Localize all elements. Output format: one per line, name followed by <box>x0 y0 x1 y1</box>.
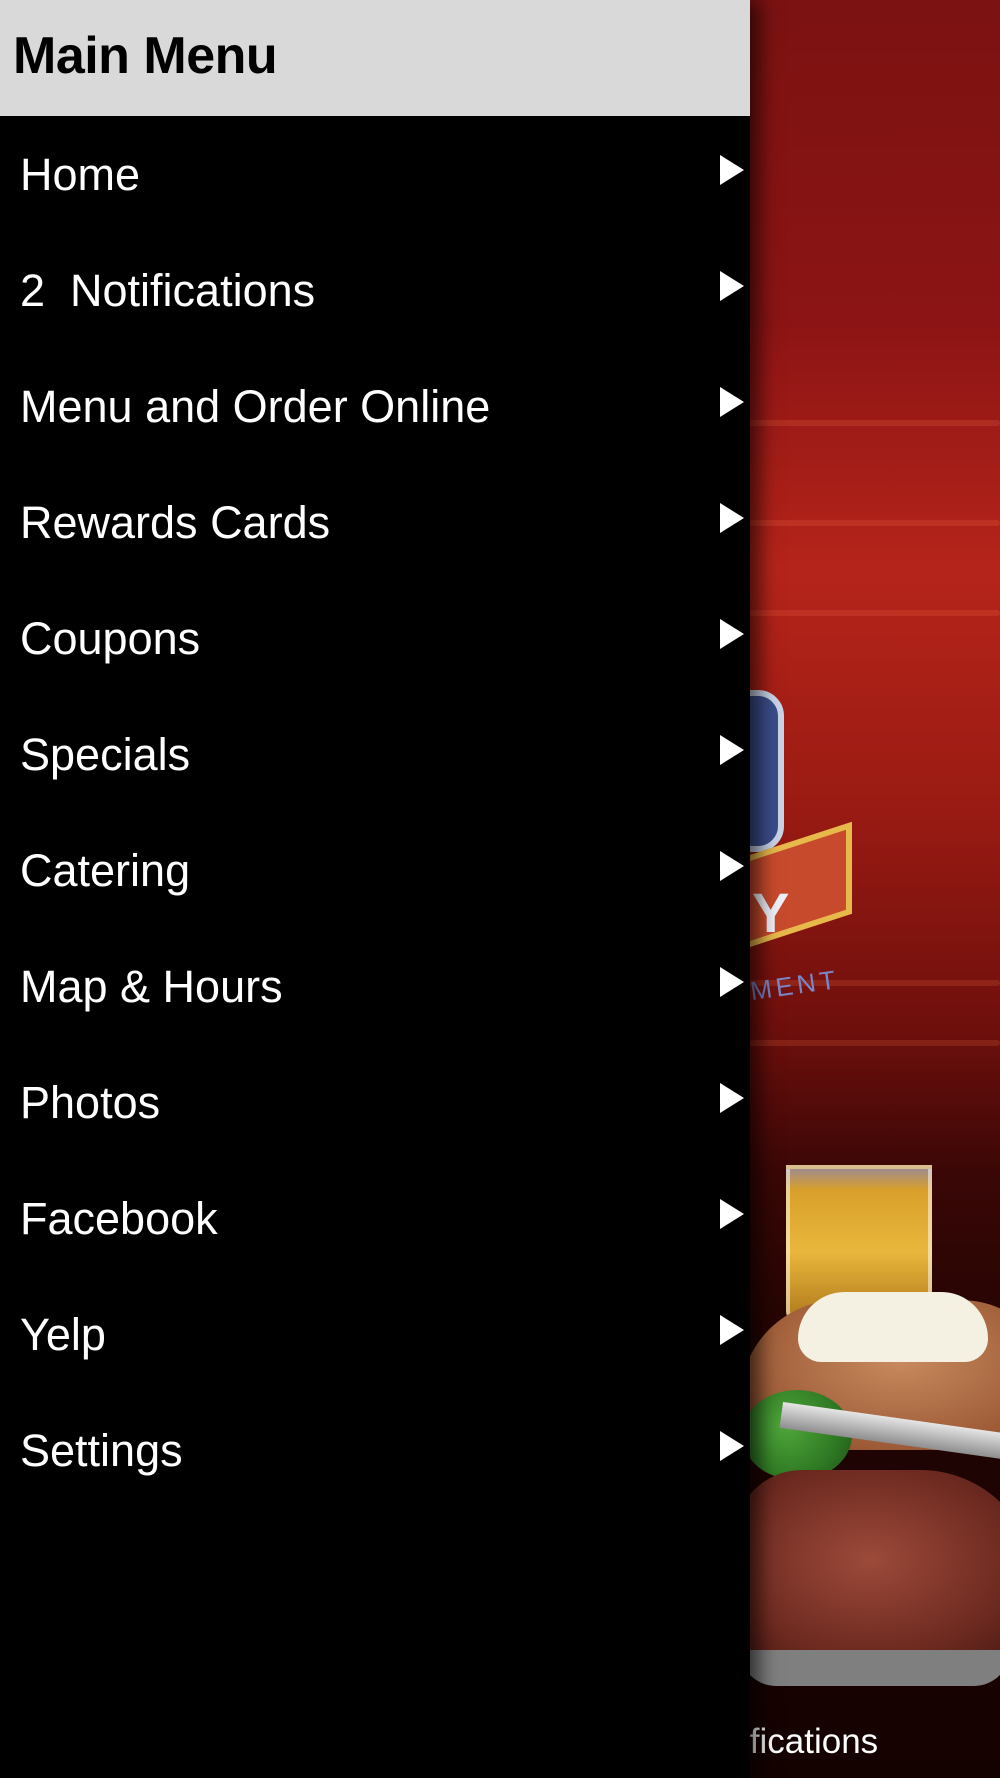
sky-streak <box>740 610 1000 616</box>
menu-item-photos[interactable]: Photos <box>0 1044 750 1160</box>
menu-item-notifications[interactable]: 2 Notifications <box>0 232 750 348</box>
menu-item-rewards-cards[interactable]: Rewards Cards <box>0 464 750 580</box>
menu-item-label: Menu and Order Online <box>20 381 491 432</box>
menu-item-label: Home <box>20 149 141 200</box>
chevron-right-icon <box>720 1315 744 1345</box>
menu-item-home[interactable]: Home <box>0 116 750 232</box>
steak-image <box>735 1470 1000 1670</box>
menu-item-label: Facebook <box>20 1193 218 1244</box>
menu-item-label: Photos <box>20 1077 161 1128</box>
chevron-right-icon <box>720 619 744 649</box>
menu-item-menu-and-order-online[interactable]: Menu and Order Online <box>0 348 750 464</box>
menu-item-label: Rewards Cards <box>20 497 331 548</box>
menu-item-catering[interactable]: Catering <box>0 812 750 928</box>
menu-item-specials[interactable]: Specials <box>0 696 750 812</box>
chevron-right-icon <box>720 271 744 301</box>
logo-emblem-text: MENT <box>748 963 842 1007</box>
menu-item-label: Settings <box>20 1425 183 1476</box>
chevron-right-icon <box>720 1199 744 1229</box>
menu-item-label: Map & Hours <box>20 961 283 1012</box>
plate-image <box>740 1650 1000 1686</box>
chevron-right-icon <box>720 155 744 185</box>
menu-item-map-and-hours[interactable]: Map & Hours <box>0 928 750 1044</box>
chevron-right-icon <box>720 851 744 881</box>
menu-item-facebook[interactable]: Facebook <box>0 1160 750 1276</box>
menu-item-coupons[interactable]: Coupons <box>0 580 750 696</box>
menu-item-yelp[interactable]: Yelp <box>0 1276 750 1392</box>
menu-item-label: Yelp <box>20 1309 106 1360</box>
background-tab-label[interactable]: ifications <box>742 1722 878 1762</box>
sky-streak <box>740 420 1000 426</box>
sky-streak <box>740 1040 1000 1046</box>
chevron-right-icon <box>720 387 744 417</box>
sour-cream-topping-image <box>798 1292 988 1362</box>
chevron-right-icon <box>720 735 744 765</box>
chevron-right-icon <box>720 1083 744 1113</box>
side-menu-drawer: Main Menu Home 2 Notifications Menu and … <box>0 0 750 1778</box>
menu-item-label: Coupons <box>20 613 201 664</box>
drawer-header: Main Menu <box>0 0 750 116</box>
chevron-right-icon <box>720 503 744 533</box>
menu-list: Home 2 Notifications Menu and Order Onli… <box>0 116 750 1508</box>
sky-streak <box>740 520 1000 526</box>
drawer-title: Main Menu <box>13 27 278 85</box>
menu-item-label: Catering <box>20 845 191 896</box>
menu-item-label: 2 Notifications <box>20 265 316 316</box>
menu-item-label: Specials <box>20 729 191 780</box>
menu-item-settings[interactable]: Settings <box>0 1392 750 1508</box>
chevron-right-icon <box>720 1431 744 1461</box>
logo-emblem-letter: Y <box>752 881 790 944</box>
chevron-right-icon <box>720 967 744 997</box>
